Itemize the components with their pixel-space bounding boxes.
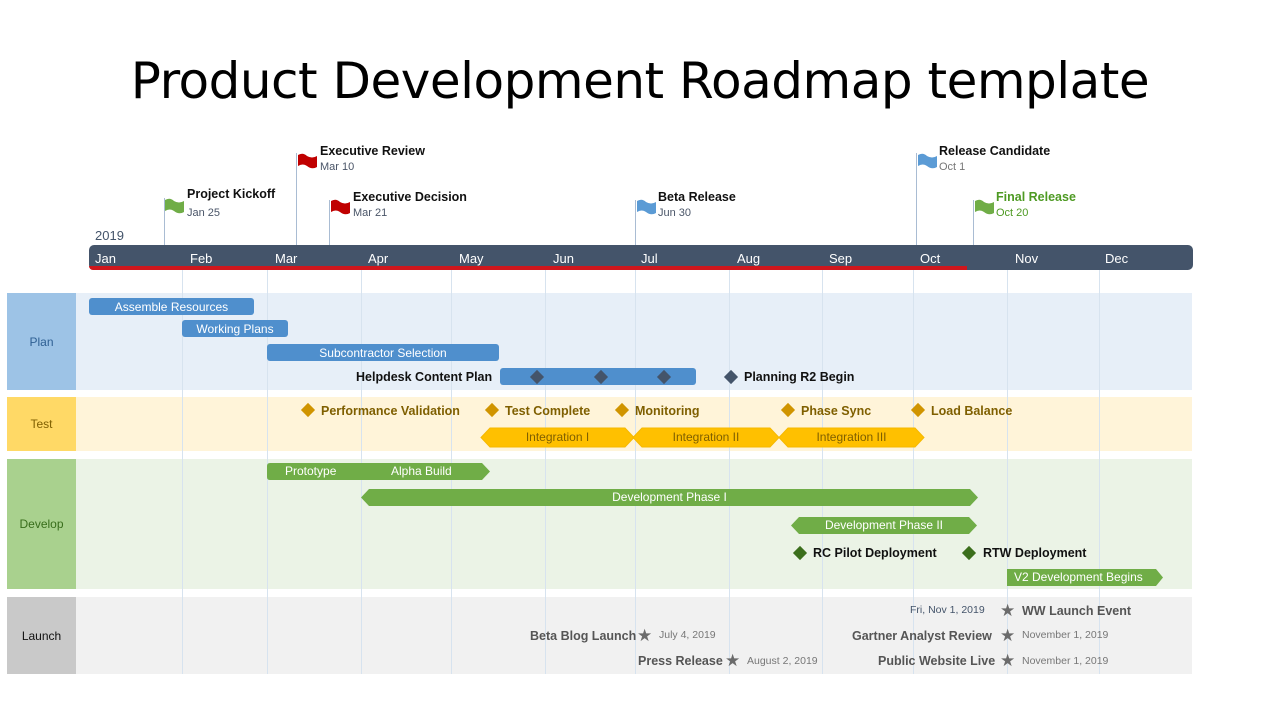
launch-press-release: Press Release — [638, 654, 723, 668]
month-gridline — [729, 270, 730, 674]
star-icon[interactable]: ★ — [1000, 602, 1015, 619]
launch-date: Fri, Nov 1, 2019 — [910, 604, 985, 616]
integration-1-label: Integration I — [525, 430, 590, 444]
milestone-performance-validation: Performance Validation — [321, 404, 460, 418]
task-working-plans[interactable]: Working Plans — [182, 320, 288, 337]
blue-flag-icon — [637, 199, 656, 215]
month-label: Jan — [95, 251, 116, 266]
star-icon[interactable]: ★ — [725, 652, 740, 669]
red-flag-icon — [331, 199, 350, 215]
lane-header-test: Test — [7, 397, 76, 451]
month-label: Sep — [829, 251, 853, 266]
milestone-rc-pilot-deployment: RC Pilot Deployment — [813, 546, 937, 560]
progress-line — [89, 266, 967, 270]
milestone-stem — [916, 153, 917, 245]
month-label: Aug — [737, 251, 761, 266]
milestone-stem — [635, 200, 636, 245]
milestone-stem — [296, 153, 297, 245]
milestone-title: Project Kickoff — [187, 187, 276, 201]
month-label: Nov — [1015, 251, 1039, 266]
milestone-title: Beta Release — [658, 190, 736, 204]
launch-date: November 1, 2019 — [1022, 655, 1109, 667]
milestone-phase-sync: Phase Sync — [801, 404, 872, 418]
month-label: Jul — [641, 251, 658, 266]
milestone-monitoring: Monitoring — [635, 404, 700, 418]
prototype-label: Prototype — [285, 464, 337, 478]
launch-date: July 4, 2019 — [659, 629, 716, 641]
month-gridline — [545, 270, 546, 674]
month-label: Jun — [553, 251, 574, 266]
launch-date: November 1, 2019 — [1022, 629, 1109, 641]
milestone-title: Final Release — [996, 190, 1076, 204]
milestone-load-balance: Load Balance — [931, 404, 1013, 418]
integration-2-label: Integration II — [672, 430, 740, 444]
planning-r2-begin-label: Planning R2 Begin — [744, 370, 855, 384]
launch-beta-blog-launch: Beta Blog Launch — [530, 629, 637, 643]
lane-header-launch: Launch — [7, 597, 76, 674]
launch-date: August 2, 2019 — [747, 655, 818, 667]
launch-gartner-analyst-review: Gartner Analyst Review — [852, 629, 992, 643]
month-gridline — [822, 270, 823, 674]
milestone-title: Executive Review — [320, 144, 425, 158]
blue-flag-icon — [918, 153, 937, 169]
milestone-test-complete: Test Complete — [505, 404, 591, 418]
green-flag-icon — [975, 199, 994, 215]
launch-ww-launch-event: WW Launch Event — [1022, 604, 1132, 618]
month-label: Apr — [368, 251, 389, 266]
milestone-stem — [329, 200, 330, 245]
month-gridline — [635, 270, 636, 674]
v2-development-begins-label: V2 Development Begins — [1014, 570, 1143, 584]
milestone-date: Mar 10 — [320, 161, 355, 173]
alpha-build-label: Alpha Build — [391, 464, 452, 478]
milestone-date: Jun 30 — [658, 207, 692, 219]
star-icon[interactable]: ★ — [1000, 652, 1015, 669]
helpdesk-content-plan-label: Helpdesk Content Plan — [356, 370, 493, 384]
star-icon[interactable]: ★ — [637, 627, 652, 644]
launch-public-website-live: Public Website Live — [878, 654, 996, 668]
milestone-title: Executive Decision — [353, 190, 467, 204]
milestone-stem — [973, 200, 974, 245]
development-phase-2-label: Development Phase II — [824, 518, 944, 532]
milestone-date: Oct 20 — [996, 207, 1029, 219]
milestone-rtw-deployment: RTW Deployment — [983, 546, 1087, 560]
year-label: 2019 — [95, 228, 124, 243]
lane-header-develop: Develop — [7, 459, 76, 589]
month-label: Feb — [190, 251, 213, 266]
page-title: Product Development Roadmap template — [130, 52, 1150, 110]
milestone-date: Jan 25 — [187, 207, 221, 219]
red-flag-icon — [298, 153, 317, 169]
star-icon[interactable]: ★ — [1000, 627, 1015, 644]
month-label: May — [459, 251, 484, 266]
task-subcontractor-selection[interactable]: Subcontractor Selection — [267, 344, 499, 361]
month-label: Mar — [275, 251, 298, 266]
integration-3-label: Integration III — [816, 430, 887, 444]
month-label: Oct — [920, 251, 941, 266]
green-flag-icon — [165, 198, 184, 214]
task-assemble-resources[interactable]: Assemble Resources — [89, 298, 254, 315]
lane-header-plan: Plan — [7, 293, 76, 390]
month-label: Dec — [1105, 251, 1129, 266]
milestone-date: Oct 1 — [939, 161, 966, 173]
milestone-date: Mar 21 — [353, 207, 388, 219]
development-phase-1-label: Development Phase I — [612, 490, 727, 504]
milestone-title: Release Candidate — [939, 144, 1051, 158]
